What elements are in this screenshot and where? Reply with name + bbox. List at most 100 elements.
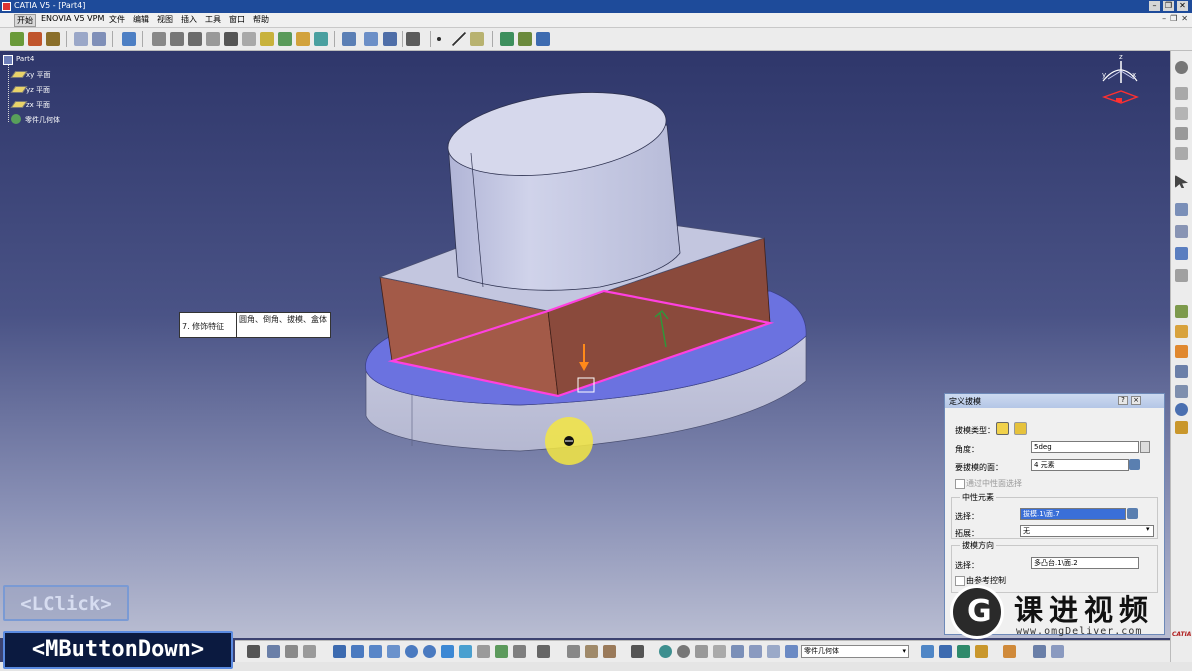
close-button[interactable]: ✕ [1177,1,1188,11]
hide-show-icon[interactable] [495,645,508,658]
catalog-icon[interactable] [1003,645,1016,658]
render-icon[interactable] [631,645,644,658]
line-icon[interactable] [452,32,466,46]
tree-item-zx-plane[interactable]: zx 平面 [26,100,50,110]
rotate-icon[interactable] [387,645,400,658]
neutral-list-icon[interactable] [1127,508,1138,519]
analysis-icon[interactable] [536,32,550,46]
menu-insert[interactable]: 插入 [179,14,199,25]
menu-view[interactable]: 视图 [155,14,175,25]
faces-to-draft-field[interactable]: 4 元素 [1031,459,1129,471]
shell-icon[interactable] [314,32,328,46]
parameters-icon[interactable] [1033,645,1046,658]
pan-icon[interactable] [369,645,382,658]
hole-icon[interactable] [152,32,166,46]
layer-icon[interactable] [122,32,136,46]
tree-item-part-body[interactable]: 零件几何体 [25,115,60,125]
draft-type-constant-icon[interactable] [996,422,1009,435]
rule-icon[interactable] [1051,645,1064,658]
tree-item-yz-plane[interactable]: yz 平面 [26,85,50,95]
help-button[interactable]: ? [1118,396,1128,405]
maximize-button[interactable]: ❐ [1163,1,1174,11]
shaft-icon[interactable] [46,32,60,46]
zoom-out-icon[interactable] [423,645,436,658]
fit-all-icon[interactable] [351,645,364,658]
knowledge-icon[interactable] [939,645,952,658]
faces-list-icon[interactable] [1129,459,1140,470]
iso-view-icon[interactable] [459,645,472,658]
assemble-icon[interactable] [1175,421,1188,434]
define-work-object-icon[interactable] [785,645,798,658]
rib-icon[interactable] [170,32,184,46]
copy-icon[interactable] [567,645,580,658]
axis-icon[interactable] [1175,127,1188,140]
pocket-icon[interactable] [28,32,42,46]
law-icon[interactable] [957,645,970,658]
boolean-remove-icon[interactable] [1175,325,1188,338]
dimension-icon[interactable] [749,645,762,658]
measure-inertia-icon[interactable] [731,645,744,658]
pad-icon[interactable] [10,32,24,46]
measure-icon[interactable] [500,32,514,46]
part-icon[interactable] [3,55,13,65]
angle-spinner[interactable] [1140,441,1150,453]
formula-icon[interactable] [975,645,988,658]
annotation-tool-icon[interactable] [767,645,780,658]
constraint-icon[interactable] [406,32,420,46]
angle-input[interactable]: 5deg [1031,441,1139,453]
axis-system-icon[interactable] [695,645,708,658]
chamfer-icon[interactable] [278,32,292,46]
translate-icon[interactable] [342,32,356,46]
zoom-in-icon[interactable] [405,645,418,658]
swap-visible-icon[interactable] [513,645,526,658]
doc-restore-button[interactable]: ❐ [1170,14,1177,23]
table-icon[interactable] [92,32,106,46]
menu-file[interactable]: 文件 [107,14,127,25]
slot-icon[interactable] [188,32,202,46]
tree-root-part4[interactable]: Part4 [16,55,34,63]
point-icon[interactable] [437,37,441,41]
hide-icon[interactable] [1175,269,1188,282]
pattern-icon[interactable] [383,32,397,46]
settings-icon[interactable] [1175,61,1188,74]
doc-minimize-button[interactable]: – [1162,14,1166,23]
gear-icon[interactable] [11,114,21,124]
remove-loft-icon[interactable] [242,32,256,46]
menu-start[interactable]: 开始 [14,14,36,27]
capture-icon[interactable] [285,645,298,658]
update-icon[interactable] [537,645,550,658]
menu-edit[interactable]: 编辑 [131,14,151,25]
paste-icon[interactable] [585,645,598,658]
grid-icon[interactable] [247,645,260,658]
doc-close-button[interactable]: ✕ [1181,14,1188,23]
cut-icon[interactable] [74,32,88,46]
menu-window[interactable]: 窗口 [227,14,247,25]
boolean-icon[interactable] [921,645,934,658]
current-body-dropdown[interactable]: 零件几何体 ▾ [801,645,909,658]
neutral-select-checkbox[interactable] [955,479,965,489]
view-icon[interactable] [1175,247,1188,260]
shading-icon[interactable] [477,645,490,658]
sheet-icon[interactable] [1175,203,1188,216]
dialog-close-button[interactable]: × [1131,396,1141,405]
boolean-add-icon[interactable] [1175,305,1188,318]
draft-icon[interactable] [296,32,310,46]
mirror-icon[interactable] [364,32,378,46]
zoom-area-icon[interactable] [1175,225,1188,238]
propagation-dropdown[interactable]: 无 [1020,525,1154,537]
numeric-icon[interactable] [713,645,726,658]
rotation-icon[interactable] [659,645,672,658]
camera-icon[interactable] [677,645,690,658]
normal-view-icon[interactable] [441,645,454,658]
spec-tree-icon[interactable] [267,645,280,658]
draft-type-variable-icon[interactable] [1014,422,1027,435]
neutral-select-field[interactable]: 拔模.1\面.7 [1020,508,1126,520]
tree-item-xy-plane[interactable]: xy 平面 [26,70,51,80]
sketch-icon[interactable] [1175,87,1188,100]
menu-enovia[interactable]: ENOVIA V5 VPM [39,14,106,23]
annotation-icon[interactable] [1175,147,1188,160]
loft-icon[interactable] [224,32,238,46]
minimize-button[interactable]: – [1149,1,1160,11]
select-arrow-icon[interactable] [1175,175,1188,188]
plane-tool-icon[interactable] [470,32,484,46]
